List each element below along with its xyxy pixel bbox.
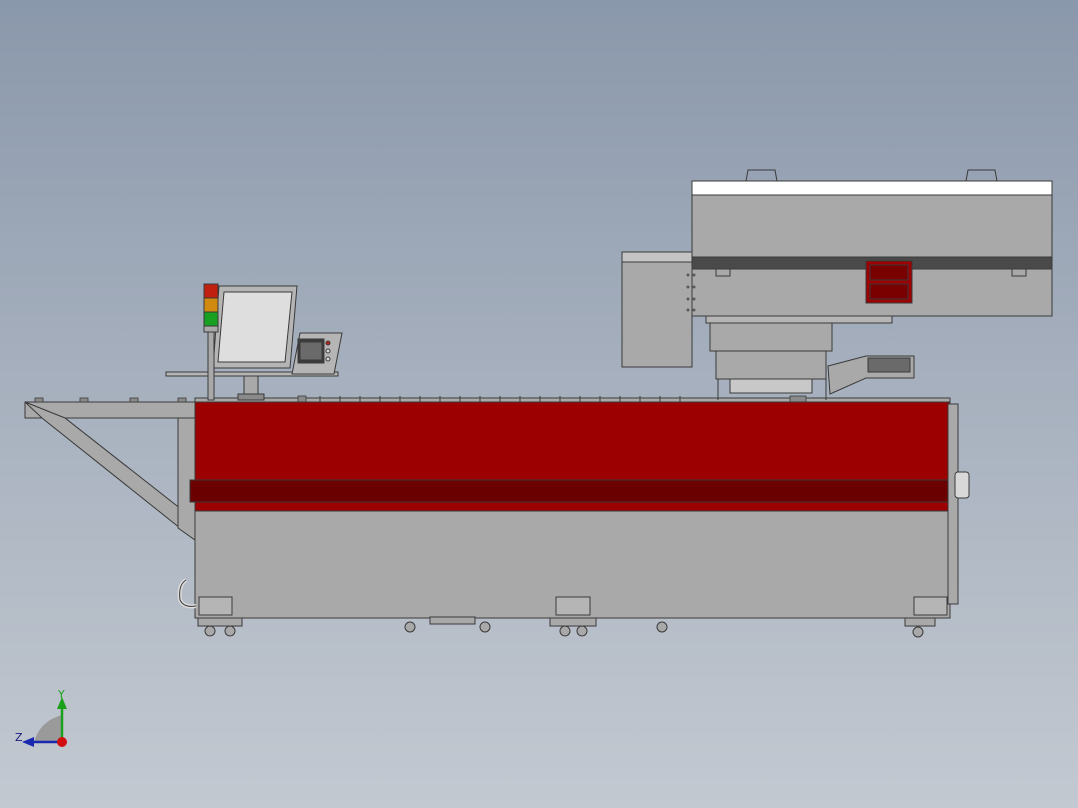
x-axis-dot bbox=[57, 737, 67, 747]
operator-station bbox=[165, 285, 343, 401]
left-support-frame bbox=[24, 401, 196, 542]
side-panel-box bbox=[621, 251, 696, 368]
orientation-triad bbox=[22, 697, 67, 747]
triad-y-label: Y bbox=[58, 688, 65, 701]
feet-casters bbox=[197, 616, 936, 638]
cabinet-support bbox=[705, 315, 915, 400]
upper-cabinet bbox=[691, 169, 1053, 317]
main-body bbox=[177, 401, 970, 619]
triad-z-label: Z bbox=[15, 731, 23, 744]
machine-side-view bbox=[24, 169, 1053, 638]
cad-viewport[interactable]: Y Z bbox=[0, 0, 1078, 808]
